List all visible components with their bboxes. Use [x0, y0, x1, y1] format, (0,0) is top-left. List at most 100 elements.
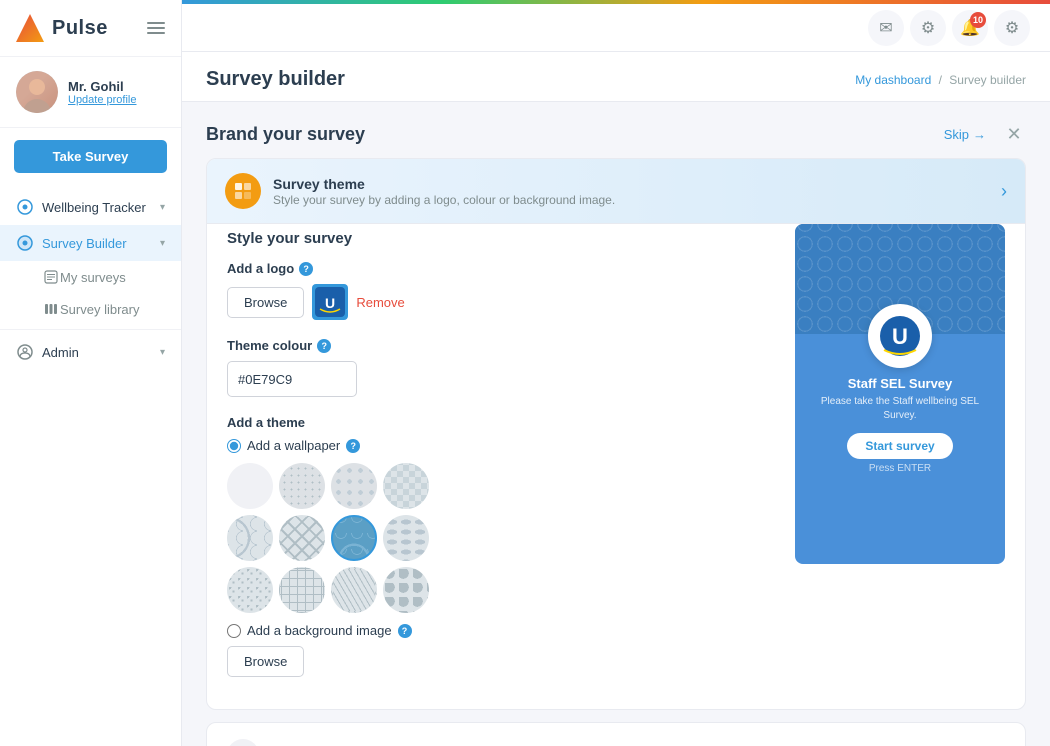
wallpaper-row-3 [227, 567, 775, 613]
bg-image-browse-button[interactable]: Browse [227, 646, 304, 677]
wallpaper-thumb-1[interactable] [227, 463, 273, 509]
theme-group-label: Add a theme [227, 415, 775, 430]
wallpaper-thumb-4[interactable] [383, 463, 429, 509]
preview-logo: U [868, 304, 932, 368]
wallpaper-label: Add a wallpaper [247, 438, 340, 453]
survey-library-icon [42, 300, 60, 318]
preview-start-button[interactable]: Start survey [847, 433, 952, 459]
section-title: Brand your survey [206, 124, 365, 145]
wellbeing-tracker-chevron: ▾ [160, 202, 165, 213]
breadcrumb: My dashboard / Survey builder [855, 73, 1026, 87]
theme-colour-form-group: Theme colour ? [227, 338, 775, 397]
settings-icon-button[interactable]: ⚙ [910, 10, 946, 46]
survey-preview: U Staff SEL Survey Please take the Staff… [795, 224, 1005, 564]
user-info: Mr. Gohil Update profile [68, 79, 137, 106]
take-survey-button[interactable]: Take Survey [14, 140, 167, 173]
breadcrumb-current: Survey builder [949, 73, 1026, 87]
wallpaper-thumb-7[interactable] [331, 515, 377, 561]
preview-column: U Staff SEL Survey Please take the Staff… [795, 224, 1005, 689]
logo-browse-button[interactable]: Browse [227, 287, 304, 318]
wallpaper-thumb-9[interactable] [227, 567, 273, 613]
skip-link[interactable]: Skip → [944, 127, 986, 142]
bottom-card[interactable]: Thank you message › [206, 722, 1026, 746]
pulse-logo-icon [16, 14, 44, 42]
sidebar-item-my-surveys[interactable]: My surveys [42, 261, 181, 293]
wallpaper-thumb-11[interactable] [331, 567, 377, 613]
bg-image-radio[interactable] [227, 624, 241, 638]
user-name: Mr. Gohil [68, 79, 137, 94]
breadcrumb-home[interactable]: My dashboard [855, 73, 931, 87]
skip-label: Skip [944, 127, 969, 142]
top-bar: ✉ ⚙ 🔔 10 ⚙ [182, 4, 1050, 52]
main-content: ✉ ⚙ 🔔 10 ⚙ Survey builder My dashboard /… [182, 0, 1050, 746]
notification-badge: 10 [970, 12, 986, 28]
brand-header-subtitle: Style your survey by adding a logo, colo… [273, 193, 989, 207]
sidebar-item-wellbeing-tracker[interactable]: Wellbeing Tracker ▾ [0, 189, 181, 225]
page-title: Survey builder [206, 68, 345, 91]
admin-chevron: ▾ [160, 347, 165, 358]
style-col-title: Style your survey [227, 230, 775, 247]
wallpaper-thumb-2[interactable] [279, 463, 325, 509]
notifications-icon-button[interactable]: 🔔 10 [952, 10, 988, 46]
remove-logo-link[interactable]: Remove [356, 295, 404, 310]
logo-help-icon[interactable]: ? [299, 262, 313, 276]
my-surveys-label: My surveys [60, 270, 126, 285]
survey-theme-arrow-icon: › [1001, 181, 1007, 202]
user-section: Mr. Gohil Update profile [0, 57, 181, 128]
wallpaper-row-1 [227, 463, 775, 509]
preview-logo-wrap: U [795, 304, 1005, 368]
survey-builder-icon [16, 234, 34, 252]
sidebar-item-survey-builder[interactable]: Survey Builder ▾ [0, 225, 181, 261]
survey-theme-icon [225, 173, 261, 209]
sidebar-item-survey-library[interactable]: Survey library [42, 293, 181, 325]
wallpaper-thumb-6[interactable] [279, 515, 325, 561]
wallpaper-thumb-10[interactable] [279, 567, 325, 613]
page-header: Survey builder My dashboard / Survey bui… [182, 52, 1050, 102]
my-surveys-icon [42, 268, 60, 286]
logo-controls: Browse U Remove [227, 284, 775, 320]
wallpaper-help-icon[interactable]: ? [346, 439, 360, 453]
survey-theme-header[interactable]: Survey theme Style your survey by adding… [207, 159, 1025, 224]
avatar-image [16, 71, 58, 113]
wallpaper-radio-option: Add a wallpaper ? [227, 438, 775, 453]
colour-help-icon[interactable]: ? [317, 339, 331, 353]
bg-image-help-icon[interactable]: ? [398, 624, 412, 638]
colour-input-wrap [227, 361, 357, 397]
avatar [16, 71, 58, 113]
survey-builder-subnav: My surveys Survey library [0, 261, 181, 325]
nav-section: Wellbeing Tracker ▾ Survey Builder ▾ [0, 185, 181, 374]
bg-image-label: Add a background image [247, 623, 392, 638]
brand-columns: Style your survey Add a logo ? Browse [207, 224, 1025, 709]
user-settings-icon-button[interactable]: ⚙ [994, 10, 1030, 46]
page-content: Survey builder My dashboard / Survey bui… [182, 52, 1050, 746]
theme-form-group: Add a theme Add a wallpaper ? [227, 415, 775, 677]
wellbeing-tracker-label: Wellbeing Tracker [42, 200, 146, 215]
wallpaper-thumb-8[interactable] [383, 515, 429, 561]
close-button[interactable]: ✕ [1002, 122, 1026, 146]
preview-survey-title: Staff SEL Survey [807, 376, 993, 391]
admin-icon [16, 343, 34, 361]
svg-text:U: U [892, 324, 908, 349]
survey-library-label: Survey library [60, 302, 139, 317]
preview-body: Staff SEL Survey Please take the Staff w… [795, 368, 1005, 488]
wallpaper-thumb-3[interactable] [331, 463, 377, 509]
wallpaper-thumb-5[interactable] [227, 515, 273, 561]
wellbeing-tracker-icon [16, 198, 34, 216]
wallpaper-thumb-12[interactable] [383, 567, 429, 613]
nav-divider [0, 329, 181, 330]
theme-colour-label: Theme colour ? [227, 338, 775, 353]
brand-card: Survey theme Style your survey by adding… [206, 158, 1026, 710]
breadcrumb-separator: / [939, 73, 942, 87]
content-area: Brand your survey Skip → ✕ [182, 102, 1050, 746]
brand-header-title: Survey theme [273, 176, 989, 192]
hamburger-button[interactable] [147, 22, 165, 34]
update-profile-link[interactable]: Update profile [68, 94, 137, 106]
survey-builder-label: Survey Builder [42, 236, 127, 251]
wallpaper-radio[interactable] [227, 439, 241, 453]
brand-header-text: Survey theme Style your survey by adding… [273, 176, 989, 207]
svg-text:U: U [325, 295, 335, 311]
colour-input[interactable] [228, 365, 357, 394]
mail-icon-button[interactable]: ✉ [868, 10, 904, 46]
sidebar-item-admin[interactable]: Admin ▾ [0, 334, 181, 370]
bg-image-radio-option: Add a background image ? [227, 623, 775, 638]
